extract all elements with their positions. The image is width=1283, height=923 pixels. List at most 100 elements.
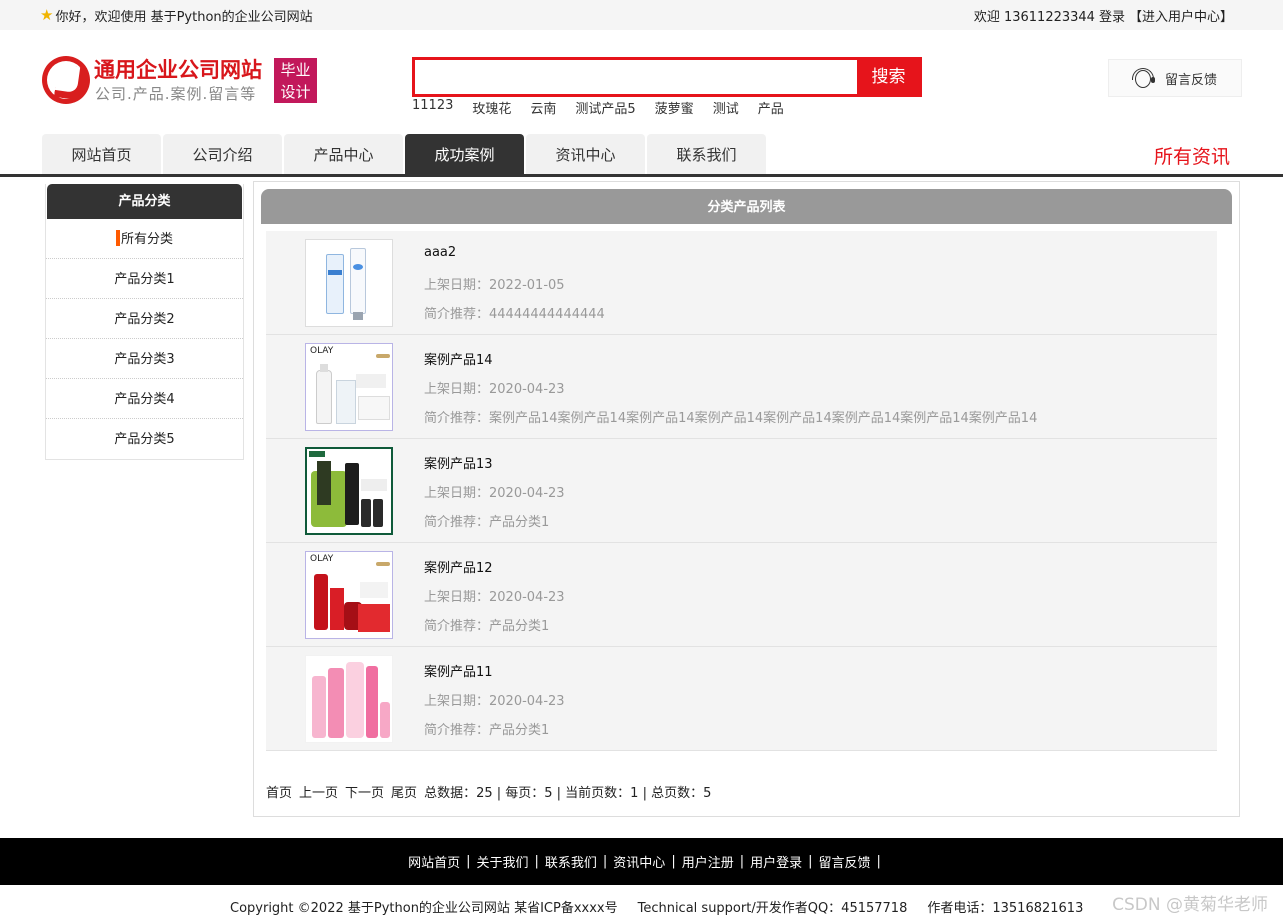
product-info: 案例产品14 上架日期：2020-04-23 简介推荐：案例产品14案例产品14…: [424, 349, 1037, 436]
list-item[interactable]: 案例产品11 上架日期：2020-04-23 简介推荐：产品分类1: [266, 647, 1217, 751]
main-nav: 网站首页 公司介绍 产品中心 成功案例 资讯中心 联系我们: [42, 134, 766, 174]
product-name[interactable]: 案例产品14: [424, 349, 1037, 378]
pager-last[interactable]: 尾页: [391, 782, 417, 801]
pager-summary: 总数据：25 | 每页：5 | 当前页数：1 | 总页数：5: [424, 786, 712, 801]
logo-badge-line1: 毕业: [280, 61, 311, 79]
search-input[interactable]: [415, 60, 859, 94]
footer-link-feedback[interactable]: 留言反馈: [819, 852, 871, 871]
sidebar-item-category4[interactable]: 产品分类4: [46, 379, 243, 419]
product-date: 上架日期：2020-04-23: [424, 590, 565, 605]
sidebar-item-category2[interactable]: 产品分类2: [46, 299, 243, 339]
logo-badge: 毕业 设计: [274, 58, 317, 103]
search-box: 搜索: [412, 57, 922, 97]
product-desc: 简介推荐：案例产品14案例产品14案例产品14案例产品14案例产品14案例产品1…: [424, 411, 1038, 426]
product-desc: 简介推荐：44444444444444: [424, 307, 605, 322]
watermark: CSDN @黄菊华老师: [1112, 895, 1268, 915]
product-image[interactable]: OLAY: [305, 551, 393, 639]
sidebar-item-category5[interactable]: 产品分类5: [46, 419, 243, 459]
pager-next[interactable]: 下一页: [345, 782, 384, 801]
site-logo[interactable]: 通用企业公司网站 公司.产品.案例.留言等 毕业 设计: [42, 56, 322, 106]
sidebar-item-label: 产品分类2: [114, 312, 175, 327]
logo-badge-line2: 设计: [280, 83, 311, 101]
product-image[interactable]: [305, 239, 393, 327]
sidebar-item-label: 所有分类: [120, 232, 173, 247]
logo-subtitle: 公司.产品.案例.留言等: [95, 85, 257, 103]
list-item[interactable]: 案例产品13 上架日期：2020-04-23 简介推荐：产品分类1: [266, 439, 1217, 543]
product-name[interactable]: 案例产品13: [424, 453, 565, 482]
sidebar-title: 产品分类: [47, 184, 242, 219]
list-item[interactable]: OLAY 案例产品14 上架日期：2020-04-23 简介推荐：案例产品14案…: [266, 335, 1217, 439]
nav-contact[interactable]: 联系我们: [647, 134, 766, 174]
hot-word[interactable]: 测试产品5: [575, 98, 635, 117]
nav-divider: [0, 174, 1283, 177]
copyright-text: Copyright ©2022 基于Python的企业公司网站 某省ICP备xx…: [230, 901, 618, 916]
search-button[interactable]: 搜索: [857, 57, 920, 97]
product-desc: 简介推荐：产品分类1: [424, 515, 550, 530]
hot-word[interactable]: 菠萝蜜: [655, 98, 694, 117]
welcome-text: ★ 你好，欢迎使用 基于Python的企业公司网站: [40, 6, 313, 26]
product-image[interactable]: [305, 447, 393, 535]
footer-links: 网站首页 | 关于我们 | 联系我们 | 资讯中心 | 用户注册 | 用户登录 | 留言反馈…: [0, 838, 1283, 885]
top-bar: ★ 你好，欢迎使用 基于Python的企业公司网站 欢迎 13611223344…: [0, 0, 1283, 30]
product-name[interactable]: aaa2: [424, 245, 605, 274]
pager-prev[interactable]: 上一页: [299, 782, 338, 801]
feedback-label: 留言反馈: [1165, 72, 1218, 88]
hot-word[interactable]: 11123: [412, 98, 453, 117]
sidebar-item-label: 产品分类4: [114, 392, 175, 407]
nav-news[interactable]: 资讯中心: [526, 134, 645, 174]
nav-about[interactable]: 公司介绍: [163, 134, 282, 174]
sidebar-item-label: 产品分类1: [114, 272, 175, 287]
footer-link-news[interactable]: 资讯中心: [613, 852, 665, 871]
sidebar-item-category1[interactable]: 产品分类1: [46, 259, 243, 299]
hot-word[interactable]: 云南: [530, 98, 556, 117]
category-sidebar: 产品分类 所有分类 产品分类1 产品分类2 产品分类3 产品分类4 产品分类5: [45, 184, 244, 460]
footer-link-home[interactable]: 网站首页: [408, 852, 460, 871]
nav-products[interactable]: 产品中心: [284, 134, 403, 174]
user-center-link[interactable]: 【进入用户中心】: [1129, 6, 1233, 25]
hot-word[interactable]: 产品: [758, 98, 784, 117]
footer-link-login[interactable]: 用户登录: [750, 852, 802, 871]
feedback-button[interactable]: 留言反馈: [1108, 59, 1242, 97]
copyright: Copyright ©2022 基于Python的企业公司网站 某省ICP备xx…: [230, 897, 1083, 916]
nav-home[interactable]: 网站首页: [42, 134, 161, 174]
login-link[interactable]: 登录: [1099, 6, 1125, 25]
nav-cases[interactable]: 成功案例: [405, 134, 524, 174]
support-text: Technical support/开发作者QQ：45157718: [637, 901, 908, 916]
footer-link-about[interactable]: 关于我们: [476, 852, 528, 871]
user-links: 欢迎 13611223344 登录 【进入用户中心】: [974, 6, 1233, 25]
logo-title: 通用企业公司网站: [94, 58, 262, 82]
product-image[interactable]: OLAY: [305, 343, 393, 431]
product-info: aaa2 上架日期：2022-01-05 简介推荐：44444444444444: [424, 245, 605, 332]
pager-first[interactable]: 首页: [266, 782, 292, 801]
phone-text: 作者电话：13516821613: [927, 901, 1084, 916]
welcome-label: 你好，欢迎使用 基于Python的企业公司网站: [55, 10, 313, 25]
sidebar-item-category3[interactable]: 产品分类3: [46, 339, 243, 379]
logo-mark-icon: [42, 56, 90, 104]
sidebar-item-label: 产品分类5: [114, 432, 175, 447]
all-news-link[interactable]: 所有资讯: [1154, 142, 1230, 169]
hot-words: 11123 玫瑰花 云南 测试产品5 菠萝蜜 测试 产品: [412, 98, 784, 117]
product-info: 案例产品12 上架日期：2020-04-23 简介推荐：产品分类1: [424, 557, 565, 644]
sidebar-item-all[interactable]: 所有分类: [46, 219, 243, 259]
panel-title: 分类产品列表: [261, 189, 1232, 224]
star-icon: ★: [40, 6, 54, 24]
product-info: 案例产品13 上架日期：2020-04-23 简介推荐：产品分类1: [424, 453, 565, 540]
olay-label: OLAY: [310, 554, 334, 564]
product-name[interactable]: 案例产品11: [424, 661, 565, 690]
product-date: 上架日期：2022-01-05: [424, 278, 565, 293]
product-desc: 简介推荐：产品分类1: [424, 619, 550, 634]
product-image[interactable]: [305, 655, 393, 743]
hot-word[interactable]: 测试: [713, 98, 739, 117]
footer-link-register[interactable]: 用户注册: [682, 852, 734, 871]
hot-word[interactable]: 玫瑰花: [472, 98, 511, 117]
sidebar-item-label: 产品分类3: [114, 352, 175, 367]
list-item[interactable]: aaa2 上架日期：2022-01-05 简介推荐：44444444444444: [266, 231, 1217, 335]
headset-icon: [1131, 66, 1155, 90]
product-name[interactable]: 案例产品12: [424, 557, 565, 586]
user-greeting: 欢迎 13611223344: [973, 10, 1095, 25]
product-info: 案例产品11 上架日期：2020-04-23 简介推荐：产品分类1: [424, 661, 565, 748]
pagination: 首页 上一页 下一页 尾页 总数据：25 | 每页：5 | 当前页数：1 | 总…: [266, 782, 711, 801]
product-desc: 简介推荐：产品分类1: [424, 723, 550, 738]
list-item[interactable]: OLAY 案例产品12 上架日期：2020-04-23 简介推荐：产品分类1: [266, 543, 1217, 647]
footer-link-contact[interactable]: 联系我们: [545, 852, 597, 871]
